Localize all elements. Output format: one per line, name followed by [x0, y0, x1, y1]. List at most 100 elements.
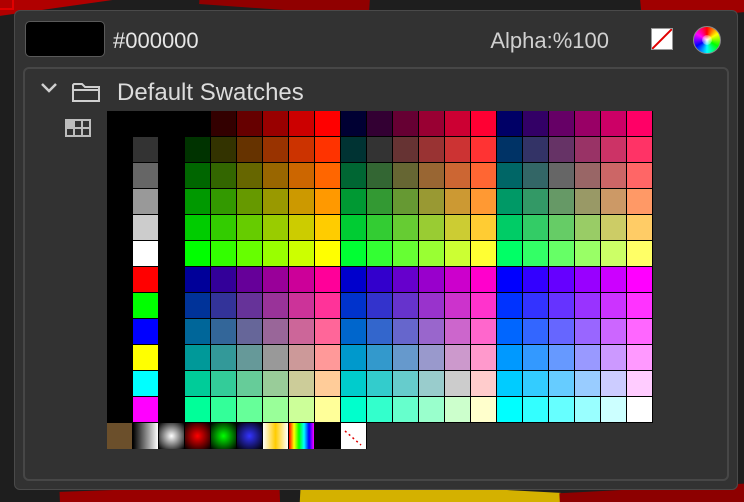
swatch-cell[interactable] [237, 293, 262, 318]
swatch-cell[interactable] [211, 293, 236, 318]
swatch-cell[interactable] [367, 371, 392, 396]
swatch-cell[interactable] [315, 267, 340, 292]
swatch-cell[interactable] [393, 397, 418, 422]
swatch-cell[interactable] [471, 189, 496, 214]
swatch-cell[interactable] [445, 371, 470, 396]
swatch-cell[interactable] [575, 137, 600, 162]
swatch-cell[interactable] [445, 397, 470, 422]
swatch-cell[interactable] [575, 215, 600, 240]
swatch-cell[interactable] [471, 293, 496, 318]
swatch-cell[interactable] [341, 319, 366, 344]
swatch-cell[interactable] [133, 397, 158, 422]
swatch-cell[interactable] [627, 241, 652, 266]
swatch-cell[interactable] [237, 371, 262, 396]
swatch-cell[interactable] [393, 345, 418, 370]
swatch-cell[interactable] [445, 345, 470, 370]
swatch-cell[interactable] [211, 215, 236, 240]
swatch-cell[interactable] [549, 111, 574, 136]
gradient-swatch-radial-gray[interactable] [159, 423, 184, 449]
swatch-cell[interactable] [367, 215, 392, 240]
swatch-cell[interactable] [341, 293, 366, 318]
swatch-cell[interactable] [211, 189, 236, 214]
swatch-cell[interactable] [445, 137, 470, 162]
swatch-cell[interactable] [315, 293, 340, 318]
swatch-cell[interactable] [497, 319, 522, 344]
swatch-cell[interactable] [549, 189, 574, 214]
color-wheel-icon[interactable] [693, 26, 721, 54]
swatch-cell[interactable] [549, 319, 574, 344]
swatch-cell[interactable] [575, 111, 600, 136]
swatch-cell[interactable] [315, 241, 340, 266]
swatch-cell[interactable] [211, 397, 236, 422]
swatch-cell[interactable] [497, 293, 522, 318]
swatch-cell[interactable] [627, 397, 652, 422]
swatch-cell[interactable] [211, 163, 236, 188]
swatch-cell[interactable] [393, 293, 418, 318]
swatch-cell[interactable] [367, 163, 392, 188]
swatch-cell[interactable] [419, 293, 444, 318]
swatch-cell[interactable] [523, 189, 548, 214]
swatch-cell[interactable] [445, 189, 470, 214]
gradient-swatch-brown-solid[interactable] [107, 423, 132, 449]
swatch-cell[interactable] [523, 267, 548, 292]
swatch-cell[interactable] [471, 371, 496, 396]
hex-value[interactable]: #000000 [113, 28, 199, 54]
swatch-cell[interactable] [549, 215, 574, 240]
swatch-cell[interactable] [627, 137, 652, 162]
swatch-cell[interactable] [185, 397, 210, 422]
swatch-cell[interactable] [237, 241, 262, 266]
swatch-cell[interactable] [315, 371, 340, 396]
swatch-cell[interactable] [627, 319, 652, 344]
chevron-down-icon[interactable] [39, 81, 59, 95]
swatch-cell[interactable] [601, 163, 626, 188]
swatch-cell[interactable] [133, 267, 158, 292]
swatch-cell[interactable] [419, 189, 444, 214]
swatch-cell[interactable] [367, 267, 392, 292]
swatch-cell[interactable] [601, 371, 626, 396]
gradient-swatch-linear-gold[interactable] [263, 423, 288, 449]
swatch-cell[interactable] [185, 163, 210, 188]
swatch-cell[interactable] [549, 293, 574, 318]
swatch-cell[interactable] [237, 319, 262, 344]
swatch-cell[interactable] [315, 189, 340, 214]
swatch-cell[interactable] [211, 319, 236, 344]
swatch-cell[interactable] [315, 137, 340, 162]
swatch-cell[interactable] [419, 319, 444, 344]
swatch-cell[interactable] [185, 319, 210, 344]
swatch-cell[interactable] [497, 137, 522, 162]
swatch-cell[interactable] [185, 111, 210, 136]
swatch-cell[interactable] [133, 371, 158, 396]
swatch-cell[interactable] [523, 345, 548, 370]
swatch-cell[interactable] [237, 189, 262, 214]
swatch-cell[interactable] [575, 163, 600, 188]
swatch-cell[interactable] [471, 267, 496, 292]
swatch-cell[interactable] [237, 137, 262, 162]
swatch-cell[interactable] [237, 163, 262, 188]
gradient-swatch-none[interactable] [341, 423, 366, 449]
swatch-cell[interactable] [393, 163, 418, 188]
swatch-cell[interactable] [549, 397, 574, 422]
swatch-cell[interactable] [341, 267, 366, 292]
swatch-cell[interactable] [367, 319, 392, 344]
swatch-cell[interactable] [341, 371, 366, 396]
swatch-cell[interactable] [263, 319, 288, 344]
swatch-cell[interactable] [445, 215, 470, 240]
swatch-cell[interactable] [445, 293, 470, 318]
swatch-cell[interactable] [289, 111, 314, 136]
swatch-cell[interactable] [497, 189, 522, 214]
swatch-cell[interactable] [419, 241, 444, 266]
swatch-cell[interactable] [263, 189, 288, 214]
swatch-cell[interactable] [627, 293, 652, 318]
swatch-cell[interactable] [523, 397, 548, 422]
swatch-cell[interactable] [289, 189, 314, 214]
swatch-cell[interactable] [133, 293, 158, 318]
swatch-cell[interactable] [627, 215, 652, 240]
swatch-cell[interactable] [523, 215, 548, 240]
swatch-cell[interactable] [627, 189, 652, 214]
swatch-cell[interactable] [133, 319, 158, 344]
swatch-cell[interactable] [471, 111, 496, 136]
swatch-cell[interactable] [497, 215, 522, 240]
swatch-cell[interactable] [341, 397, 366, 422]
swatch-cell[interactable] [211, 345, 236, 370]
swatch-cell[interactable] [263, 215, 288, 240]
